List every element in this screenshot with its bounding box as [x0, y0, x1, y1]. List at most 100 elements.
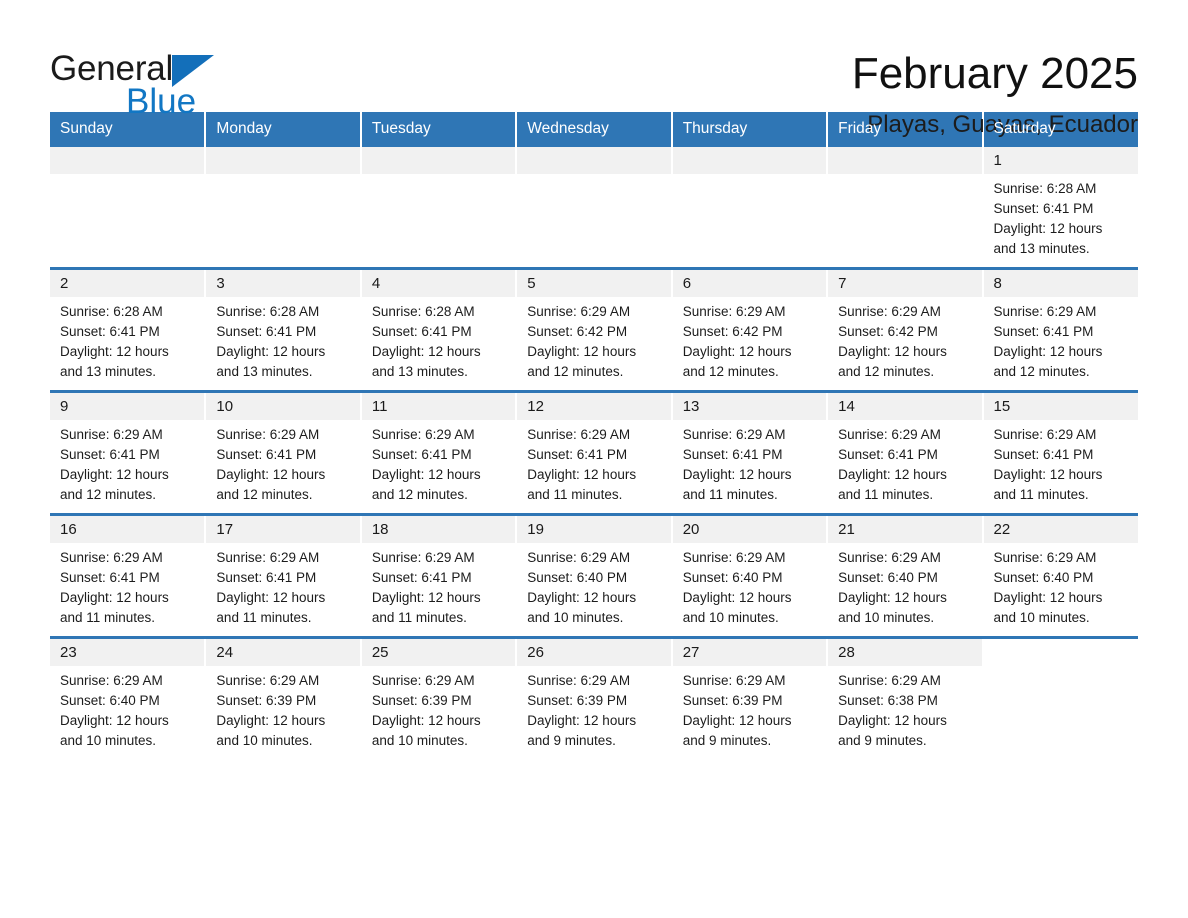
calendar-day-cell[interactable]: 23 Sunrise: 6:29 AM Sunset: 6:40 PM Dayligh…	[50, 636, 207, 759]
day-cell-content: 27 Sunrise: 6:29 AM Sunset: 6:39 PM Dayligh…	[672, 639, 827, 759]
page-title: February 2025	[851, 49, 1138, 98]
day-cell-content: 24 Sunrise: 6:29 AM Sunset: 6:39 PM Dayligh…	[206, 639, 360, 759]
sunset-text: Sunset: 6:41 PM	[60, 570, 160, 585]
day-number: 16	[50, 516, 205, 543]
calendar-day-cell[interactable]: 15 Sunrise: 6:29 AM Sunset: 6:41 PM Dayligh…	[982, 390, 1138, 515]
sunset-text: Sunset: 6:41 PM	[60, 447, 160, 462]
sunrise-text: Sunrise: 6:29 AM	[527, 304, 631, 319]
day-cell-content: 19 Sunrise: 6:29 AM Sunset: 6:40 PM Dayligh…	[517, 516, 671, 636]
calendar-day-cell[interactable]: 6 Sunrise: 6:29 AM Sunset: 6:42 PM Daylight…	[671, 267, 829, 392]
calendar-day-cell[interactable]: 1 Sunrise: 6:28 AM Sunset: 6:41 PM Daylight…	[982, 147, 1138, 269]
calendar-day-cell[interactable]: 24 Sunrise: 6:29 AM Sunset: 6:39 PM Dayligh…	[205, 636, 362, 759]
day-cell-content: 17 Sunrise: 6:29 AM Sunset: 6:41 PM Dayligh…	[206, 516, 360, 636]
calendar-day-cell[interactable]: 17 Sunrise: 6:29 AM Sunset: 6:41 PM Dayligh…	[205, 513, 362, 638]
calendar-day-cell[interactable]: 18 Sunrise: 6:29 AM Sunset: 6:41 PM Dayligh…	[360, 513, 518, 638]
calendar-page: General Blue February 2025 Playas, Guaya…	[0, 0, 1188, 918]
calendar-day-cell[interactable]: 11 Sunrise: 6:29 AM Sunset: 6:41 PM Dayligh…	[360, 390, 518, 515]
calendar-day-cell[interactable]: 27 Sunrise: 6:29 AM Sunset: 6:39 PM Dayligh…	[671, 636, 829, 759]
sunrise-text: Sunrise: 6:28 AM	[216, 304, 320, 319]
daylight-text-line2: and 12 minutes.	[527, 364, 624, 379]
calendar-day-cell[interactable]: 9 Sunrise: 6:29 AM Sunset: 6:41 PM Daylight…	[50, 390, 207, 515]
day-number: 22	[983, 516, 1138, 543]
daylight-text-line2: and 12 minutes.	[60, 487, 157, 502]
calendar-day-cell[interactable]: 3 Sunrise: 6:28 AM Sunset: 6:41 PM Daylight…	[205, 267, 362, 392]
day-sun-info: Sunrise: 6:29 AM Sunset: 6:39 PM Daylight:…	[673, 666, 826, 751]
calendar-day-cell[interactable]: 19 Sunrise: 6:29 AM Sunset: 6:40 PM Dayligh…	[516, 513, 673, 638]
calendar-day-cell	[360, 147, 518, 269]
daylight-text-line2: and 12 minutes.	[682, 364, 779, 379]
calendar-day-cell[interactable]: 5 Sunrise: 6:29 AM Sunset: 6:42 PM Daylight…	[516, 267, 673, 392]
calendar-day-cell[interactable]: 25 Sunrise: 6:29 AM Sunset: 6:39 PM Dayligh…	[360, 636, 518, 759]
calendar-day-cell[interactable]: 21 Sunrise: 6:29 AM Sunset: 6:40 PM Dayligh…	[827, 513, 984, 638]
sunset-text: Sunset: 6:40 PM	[838, 570, 938, 585]
calendar-day-cell[interactable]: 7 Sunrise: 6:29 AM Sunset: 6:42 PM Daylight…	[827, 267, 984, 392]
daylight-text-line1: Daylight: 12 hours	[60, 590, 169, 605]
sunset-text: Sunset: 6:41 PM	[371, 324, 472, 339]
calendar-day-cell[interactable]: 10 Sunrise: 6:29 AM Sunset: 6:41 PM Dayligh…	[205, 390, 362, 515]
sunset-text: Sunset: 6:38 PM	[838, 693, 938, 708]
calendar-day-cell[interactable]: 14 Sunrise: 6:29 AM Sunset: 6:41 PM Dayligh…	[827, 390, 984, 515]
day-number: 1	[983, 147, 1138, 174]
daylight-text-line1: Daylight: 12 hours	[682, 344, 792, 359]
day-number: 15	[983, 393, 1138, 420]
day-cell-content: 13 Sunrise: 6:29 AM Sunset: 6:41 PM Dayligh…	[672, 393, 827, 513]
day-sun-info: Sunrise: 6:29 AM Sunset: 6:40 PM Daylight:…	[673, 543, 826, 628]
calendar-day-cell[interactable]: 22 Sunrise: 6:29 AM Sunset: 6:40 PM Dayligh…	[982, 513, 1138, 638]
page-header: General Blue February 2025 Playas, Guaya…	[50, 0, 1138, 138]
sunrise-text: Sunrise: 6:29 AM	[993, 427, 1097, 442]
day-number: 28	[828, 639, 982, 666]
sunrise-text: Sunrise: 6:29 AM	[838, 673, 941, 688]
sunrise-text: Sunrise: 6:29 AM	[682, 427, 786, 442]
day-number: 21	[828, 516, 982, 543]
day-cell-content	[984, 639, 1138, 759]
daylight-text-line1: Daylight: 12 hours	[682, 713, 792, 728]
sunset-text: Sunset: 6:41 PM	[682, 447, 783, 462]
calendar-day-cell[interactable]: 4 Sunrise: 6:28 AM Sunset: 6:41 PM Daylight…	[360, 267, 518, 392]
sunset-text: Sunset: 6:39 PM	[682, 693, 783, 708]
sunrise-text: Sunrise: 6:29 AM	[838, 427, 941, 442]
calendar-day-cell[interactable]: 13 Sunrise: 6:29 AM Sunset: 6:41 PM Dayligh…	[671, 390, 829, 515]
weekday-header-thursday: Thursday	[671, 112, 829, 147]
day-number: 19	[517, 516, 671, 543]
calendar-day-cell[interactable]: 2 Sunrise: 6:28 AM Sunset: 6:41 PM Daylight…	[50, 267, 207, 392]
sunrise-text: Sunrise: 6:29 AM	[838, 550, 941, 565]
sunset-text: Sunset: 6:41 PM	[216, 447, 317, 462]
sunrise-text: Sunrise: 6:29 AM	[216, 550, 320, 565]
day-cell-content: 4 Sunrise: 6:28 AM Sunset: 6:41 PM Daylight…	[361, 270, 516, 390]
daylight-text-line1: Daylight: 12 hours	[60, 713, 169, 728]
calendar-day-cell	[50, 147, 207, 269]
calendar-day-cell[interactable]: 12 Sunrise: 6:29 AM Sunset: 6:41 PM Dayligh…	[516, 390, 673, 515]
weekday-header-wednesday: Wednesday	[516, 112, 673, 147]
day-number	[50, 147, 205, 174]
calendar-day-cell[interactable]: 16 Sunrise: 6:29 AM Sunset: 6:41 PM Dayligh…	[50, 513, 207, 638]
sunrise-text: Sunrise: 6:29 AM	[682, 304, 786, 319]
calendar-week-row: 2 Sunrise: 6:28 AM Sunset: 6:41 PM Daylight…	[50, 267, 1138, 392]
day-cell-content: 8 Sunrise: 6:29 AM Sunset: 6:41 PM Daylight…	[983, 270, 1138, 390]
daylight-text-line2: and 11 minutes.	[527, 487, 623, 502]
daylight-text-line2: and 10 minutes.	[371, 733, 468, 748]
daylight-text-line1: Daylight: 12 hours	[838, 713, 947, 728]
calendar-day-cell[interactable]: 28 Sunrise: 6:29 AM Sunset: 6:38 PM Dayligh…	[827, 636, 984, 759]
sunrise-text: Sunrise: 6:29 AM	[527, 427, 631, 442]
day-number	[672, 147, 827, 174]
sunset-text: Sunset: 6:40 PM	[993, 570, 1094, 585]
daylight-text-line2: and 11 minutes.	[371, 610, 467, 625]
day-sun-info: Sunrise: 6:29 AM Sunset: 6:41 PM Daylight:…	[206, 543, 359, 628]
calendar-grid: Sunday Monday Tuesday Wednesday Thursday…	[50, 112, 1138, 759]
daylight-text-line2: and 12 minutes.	[838, 364, 935, 379]
day-sun-info: Sunrise: 6:28 AM Sunset: 6:41 PM Daylight:…	[984, 174, 1138, 259]
day-sun-info: Sunrise: 6:29 AM Sunset: 6:41 PM Daylight:…	[984, 420, 1138, 505]
day-number: 3	[206, 270, 360, 297]
calendar-day-cell[interactable]: 26 Sunrise: 6:29 AM Sunset: 6:39 PM Dayligh…	[516, 636, 673, 759]
daylight-text-line1: Daylight: 12 hours	[216, 713, 326, 728]
daylight-text-line2: and 10 minutes.	[682, 610, 779, 625]
calendar-day-cell[interactable]: 20 Sunrise: 6:29 AM Sunset: 6:40 PM Dayligh…	[671, 513, 829, 638]
daylight-text-line2: and 9 minutes.	[527, 733, 616, 748]
day-sun-info: Sunrise: 6:28 AM Sunset: 6:41 PM Daylight:…	[206, 297, 359, 382]
day-cell-content	[672, 147, 827, 267]
day-sun-info: Sunrise: 6:29 AM Sunset: 6:40 PM Daylight:…	[517, 543, 670, 628]
calendar-day-cell[interactable]: 8 Sunrise: 6:29 AM Sunset: 6:41 PM Daylight…	[982, 267, 1138, 392]
day-number: 24	[206, 639, 360, 666]
daylight-text-line1: Daylight: 12 hours	[682, 467, 792, 482]
day-number: 17	[206, 516, 360, 543]
